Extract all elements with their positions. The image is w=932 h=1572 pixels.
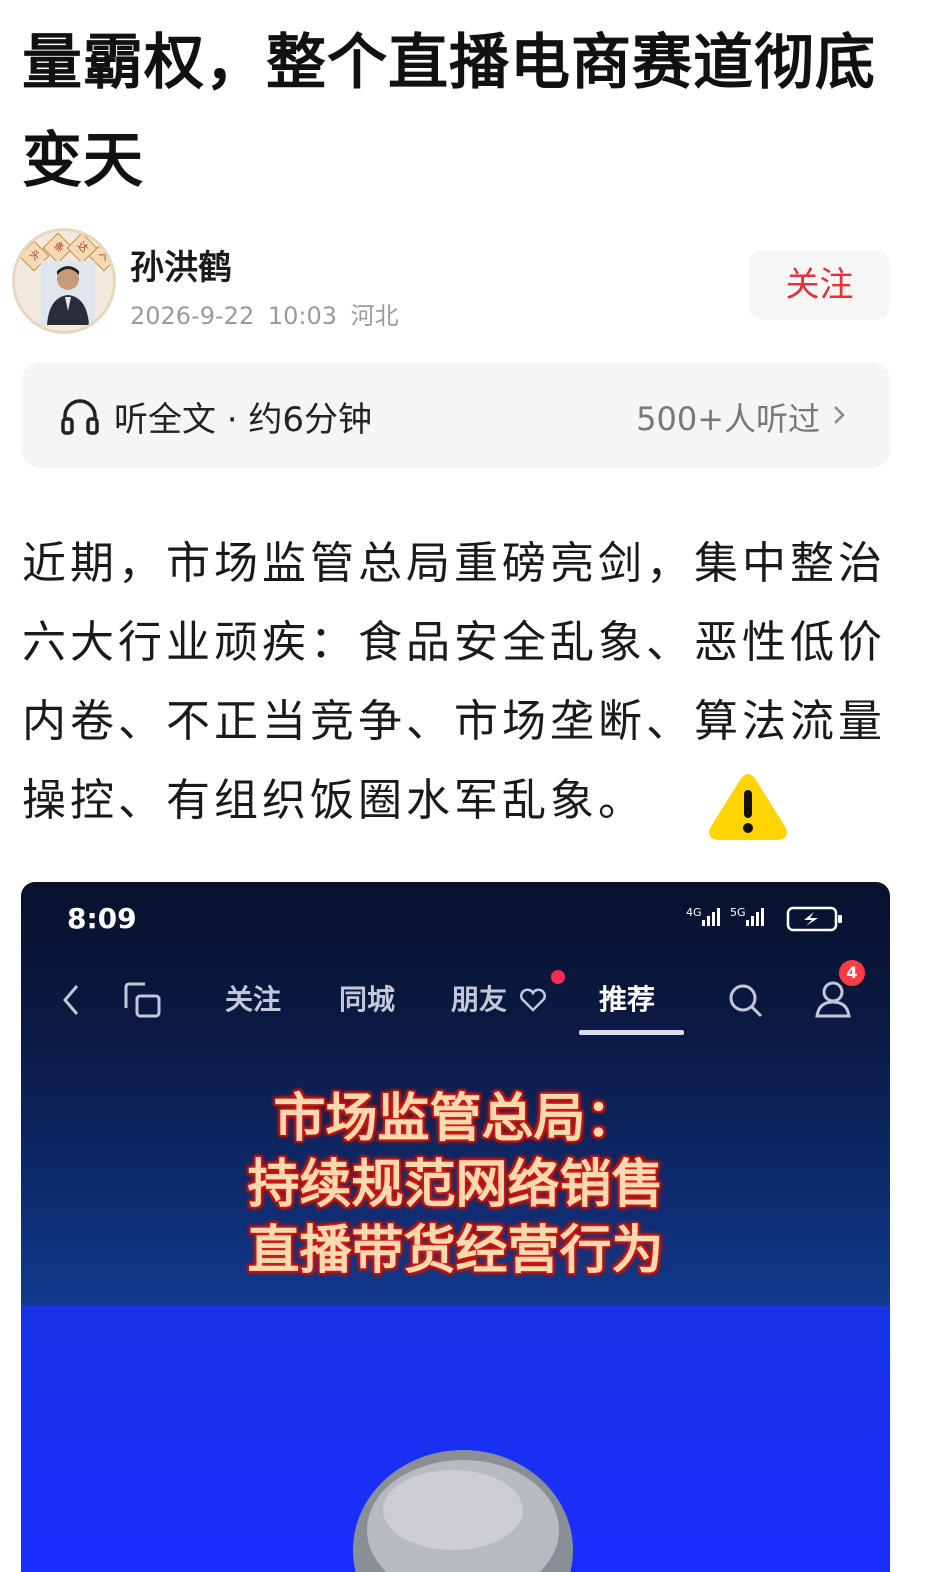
article-title: 量霸权，整个直播电商赛道彻底 变天 bbox=[22, 14, 902, 210]
article-title-line2: 变天 bbox=[22, 126, 144, 196]
tab-friends[interactable]: 朋友 bbox=[451, 978, 507, 1018]
warning-icon bbox=[709, 774, 787, 840]
listen-count: 500+人听过 bbox=[636, 400, 820, 438]
status-bar-icons: 4G 5G bbox=[686, 906, 842, 932]
chevron-right-icon bbox=[834, 406, 845, 424]
search-icon[interactable] bbox=[725, 980, 765, 1020]
listen-full-text-bar[interactable]: 听全文 · 约6分钟 500+人听过 bbox=[22, 362, 890, 468]
person-photo-icon bbox=[41, 261, 95, 325]
post-meta: 2026-9-22 10:03 河北 bbox=[130, 296, 399, 331]
listen-label: 听全文 · 约6分钟 bbox=[114, 400, 373, 440]
author-name[interactable]: 孙洪鹤 bbox=[130, 240, 232, 289]
post-date: 2026-9-22 bbox=[130, 302, 255, 330]
back-icon[interactable] bbox=[59, 982, 83, 1018]
embedded-video-screenshot[interactable]: 8:09 4G 5G 关注 同城 朋友 推荐 4 市场监管总局： 持续规范网络销… bbox=[21, 882, 890, 1572]
tab-follow[interactable]: 关注 bbox=[225, 978, 281, 1018]
follow-button[interactable]: 关注 bbox=[749, 250, 890, 320]
post-location: 河北 bbox=[350, 302, 399, 330]
avatar-badge: 头 条 达 人 bbox=[18, 232, 113, 272]
active-tab-indicator bbox=[579, 1030, 684, 1035]
speaker-head-image bbox=[353, 1450, 573, 1572]
headline-line: 持续规范网络销售 bbox=[247, 1155, 664, 1215]
headline-line: 市场监管总局： bbox=[273, 1089, 638, 1149]
headline-line: 直播带货经营行为 bbox=[247, 1221, 664, 1281]
article-title-line1: 量霸权，整个直播电商赛道彻底 bbox=[22, 28, 876, 98]
embedded-top-nav: 关注 同城 朋友 推荐 4 bbox=[21, 960, 890, 1035]
heart-icon bbox=[520, 988, 546, 1012]
multi-window-icon[interactable] bbox=[123, 980, 163, 1020]
author-avatar[interactable]: 头 条 达 人 bbox=[12, 228, 116, 334]
status-time: 8:09 bbox=[67, 902, 137, 935]
profile-notification-badge: 4 bbox=[839, 960, 865, 986]
tab-recommend[interactable]: 推荐 bbox=[599, 978, 655, 1018]
tab-local[interactable]: 同城 bbox=[339, 978, 395, 1018]
signal-5g-label: 5G bbox=[730, 906, 746, 919]
friends-notification-dot bbox=[551, 970, 565, 984]
headphones-icon bbox=[61, 399, 99, 435]
video-headline: 市场监管总局： 持续规范网络销售 直播带货经营行为 bbox=[21, 1086, 890, 1284]
post-time: 10:03 bbox=[267, 302, 338, 330]
signal-4g-label: 4G bbox=[686, 906, 702, 919]
